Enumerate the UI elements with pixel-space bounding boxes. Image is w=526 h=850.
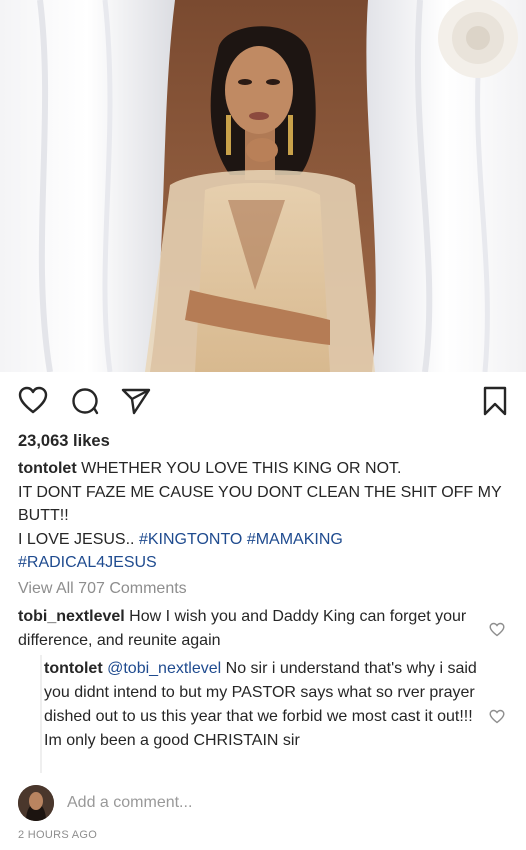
caption-username[interactable]: tontolet: [18, 460, 77, 477]
bookmark-icon[interactable]: [482, 386, 508, 421]
caption-line-2: IT DONT FAZE ME CAUSE YOU DONT CLEAN THE…: [18, 483, 502, 525]
post-timestamp: 2 HOURS AGO: [18, 829, 98, 841]
small-heart-icon[interactable]: [489, 709, 505, 729]
post-photo-illustration: [0, 0, 526, 372]
comment-bubble-icon[interactable]: [70, 386, 100, 421]
reply-mention[interactable]: @tobi_nextlevel: [107, 660, 221, 677]
reply-item: tontolet @tobi_nextlevel No sir i unders…: [44, 657, 480, 753]
heart-icon[interactable]: [18, 386, 48, 419]
reply-username[interactable]: tontolet: [44, 660, 103, 677]
hashtag-kingtonto[interactable]: #KINGTONTO: [139, 531, 242, 548]
view-all-comments-link[interactable]: View All 707 Comments: [18, 580, 187, 598]
comment-item: tobi_nextlevel How I wish you and Daddy …: [18, 605, 478, 653]
hashtag-radical4jesus[interactable]: #RADICAL4JESUS: [18, 554, 157, 571]
caption-line-1: WHETHER YOU LOVE THIS KING OR NOT.: [81, 460, 402, 477]
hashtag-mamaking[interactable]: #MAMAKING: [247, 531, 343, 548]
caption-line-3: I LOVE JESUS..: [18, 530, 135, 548]
small-heart-icon[interactable]: [489, 622, 505, 642]
reply-thread-line: [40, 655, 42, 773]
post-photo[interactable]: [0, 0, 526, 372]
post-caption: tontolet WHETHER YOU LOVE THIS KING OR N…: [18, 457, 508, 575]
avatar: [18, 785, 54, 821]
comment-username[interactable]: tobi_nextlevel: [18, 608, 125, 625]
paper-plane-icon[interactable]: [120, 386, 152, 421]
action-bar: [0, 372, 526, 430]
add-comment-input[interactable]: Add a comment...: [67, 794, 192, 812]
like-count[interactable]: 23,063 likes: [18, 432, 110, 451]
